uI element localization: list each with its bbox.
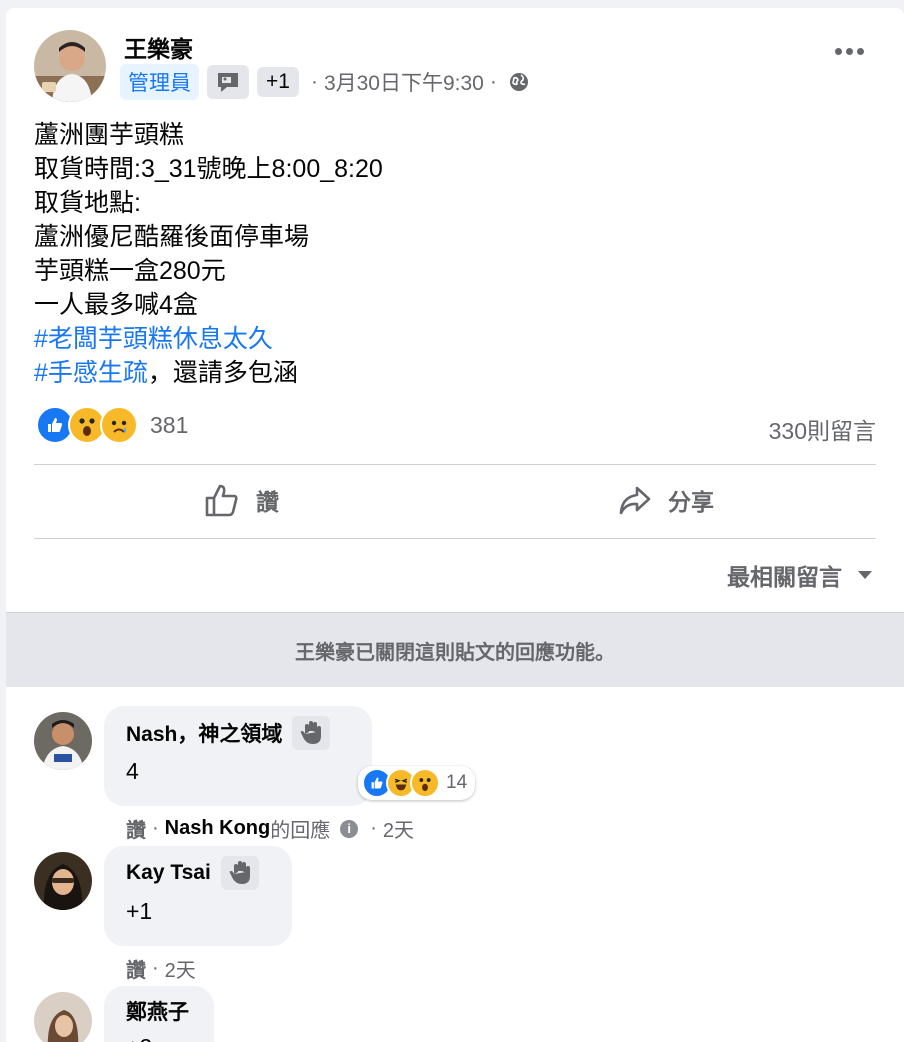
sad-icon [100,406,138,444]
chat-badge-icon[interactable] [207,65,249,99]
comment-count-link[interactable]: 330則留言 [769,412,876,446]
reaction-count[interactable]: 381 [150,412,188,439]
reply-label: 的回應 [270,820,331,842]
comment-meta: 讚 · Nash Kong 的回應 i · 2天 [126,814,414,843]
post-body: 蘆洲團芋頭糕 取貨時間:3_31號晚上8:00_8:20 取貨地點: 蘆洲優尼酷… [34,118,383,390]
admin-badge[interactable]: 管理員 [120,64,199,100]
share-label: 分享 [668,489,714,515]
post-line: 蘆洲團芋頭糕 [34,121,185,149]
like-button[interactable]: 讚 [204,483,279,517]
divider [34,538,876,539]
divider [34,464,876,465]
post-timestamp[interactable]: 3月30日下午9:30 [324,67,484,97]
reply-author-link[interactable]: Nash Kong [165,817,271,840]
post-line: 芋頭糕一盒280元 [34,257,226,285]
post-line: 蘆洲優尼酷羅後面停車場 [34,223,310,251]
comment-bubble: Kay Tsai +1 [104,846,292,946]
sort-label: 最相關留言 [727,564,842,590]
info-icon[interactable]: i [340,819,359,838]
share-button[interactable]: 分享 [618,483,714,517]
comments-closed-notice: 王樂豪已關閉這則貼文的回應功能。 [6,612,904,687]
meta-separator: · [152,957,159,979]
dot-icon [835,48,842,55]
comment-like-button[interactable]: 讚 [126,814,146,843]
post-line: 一人最多喊4盒 [34,291,198,319]
dot-icon [857,48,864,55]
comment-age[interactable]: 2天 [383,814,414,843]
commenter-name[interactable]: Kay Tsai [126,861,211,885]
meta-separator: · [152,817,159,839]
waving-hand-icon[interactable] [292,716,331,750]
commenter-avatar[interactable] [34,992,92,1042]
comment-meta: 讚 · 2天 [126,954,196,983]
post-line: ，還請多包涵 [147,359,298,387]
dot-icon [846,48,853,55]
comment-sort-dropdown[interactable]: 最相關留言 [727,558,872,592]
comment-text: +1 [126,898,153,924]
hashtag-link[interactable]: #老闆芋頭糕休息太久 [34,325,273,353]
post-card: 王樂豪 管理員 +1 · 3月30日下午9:30 · 蘆洲團芋頭糕 取貨時間:3… [6,8,904,1042]
hashtag-link[interactable]: #手感生疏 [34,359,148,387]
notice-text: 王樂豪已關閉這則貼文的回應功能。 [295,641,615,664]
comment-reactions[interactable]: 14 [358,766,476,800]
commenter-avatar[interactable] [34,712,92,770]
author-name[interactable]: 王樂豪 [124,30,193,64]
commenter-name[interactable]: Nash，神之領域 [126,718,282,748]
like-label: 讚 [256,489,279,515]
post-line: 取貨時間:3_31號晚上8:00_8:20 [34,155,383,183]
share-arrow-icon [619,486,651,515]
wow-icon [410,768,440,798]
comment-like-button[interactable]: 讚 [126,954,146,983]
meta-separator: · [310,70,318,93]
commenter-name[interactable]: 鄭燕子 [126,996,189,1026]
reaction-summary[interactable]: 381 [36,406,188,444]
post-line: 取貨地點: [34,189,141,217]
more-badges-button[interactable]: +1 [257,67,299,97]
meta-separator: · [489,70,497,93]
comment-bubble: 鄭燕子 +2 [104,986,214,1042]
comment-text: +2 [126,1034,192,1042]
waving-hand-icon[interactable] [220,856,259,890]
chevron-down-icon [858,571,872,579]
comment-text: 4 [126,758,139,784]
post-meta: 管理員 +1 · 3月30日下午9:30 · [120,64,529,100]
comment-age[interactable]: 2天 [165,954,196,983]
commenter-avatar[interactable] [34,852,92,910]
globe-icon[interactable] [509,72,529,92]
comment-bubble: Nash，神之領域 4 [104,706,372,806]
thumbs-up-icon [205,484,238,517]
more-options-button[interactable] [835,48,864,55]
author-avatar[interactable] [34,30,106,102]
comment-reaction-count: 14 [446,772,468,793]
meta-separator: · [370,817,377,839]
